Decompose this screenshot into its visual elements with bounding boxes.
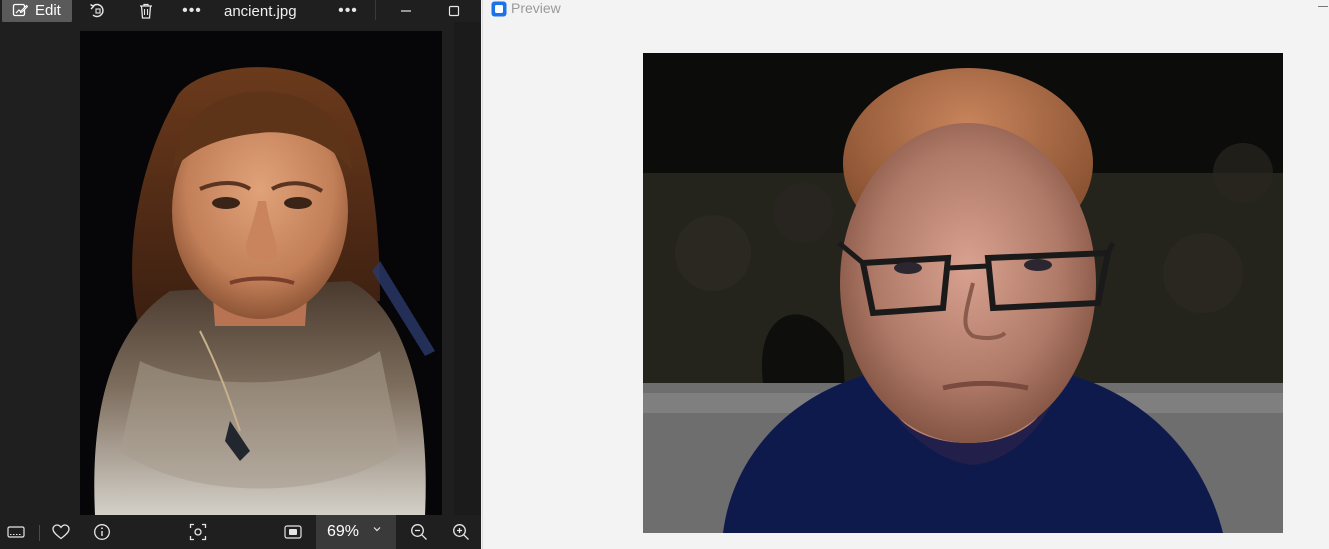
edit-button[interactable]: Edit [2,0,72,24]
zoom-in-button[interactable] [451,515,471,549]
maximize-button[interactable] [446,0,462,22]
heart-icon [52,524,70,540]
file-name: ancient.jpg [224,2,297,20]
preview-title: Preview [511,0,561,16]
zoom-out-button[interactable] [409,515,429,549]
edit-image-icon [12,3,28,17]
more-icon: ••• [182,2,202,19]
scan-icon [189,523,207,541]
trash-icon [140,3,152,19]
visual-search-button[interactable] [188,515,208,549]
favorite-button[interactable] [51,515,71,549]
viewer-bottom-bar: 69% [0,515,481,549]
zoom-value: 69% [327,523,360,540]
delete-button[interactable] [136,0,156,22]
zoom-level-dropdown[interactable]: 69% [316,515,396,549]
fit-to-window-button[interactable] [283,515,303,549]
photo-viewer-window: Edit ••• ancient.jpg ••• 69% [0,0,481,549]
filmstrip-button[interactable] [6,515,26,549]
minimize-icon [401,10,411,12]
rotate-button[interactable] [88,0,108,22]
toolbar-divider [375,0,376,20]
photo-canvas [0,22,481,515]
info-icon [94,524,110,540]
filmstrip-icon [7,526,25,538]
bottom-bar-divider [39,525,40,541]
photo-illustration [80,31,442,515]
more-options-button[interactable]: ••• [181,0,203,22]
see-more-button[interactable]: ••• [337,0,359,22]
scroll-area [454,22,481,515]
rotate-icon [90,3,104,18]
more-icon: ••• [338,2,358,19]
fit-window-icon [284,525,302,539]
chevron-down-icon [373,527,381,532]
viewer-toolbar: Edit ••• ancient.jpg ••• [0,0,481,24]
webcam-image [643,53,1283,533]
maximize-icon [448,5,460,17]
webcam-preview-frame [643,53,1283,533]
preview-window: Preview [482,0,1329,549]
zoom-in-icon [453,524,469,540]
edit-label: Edit [35,1,61,19]
file-info-button[interactable] [92,515,112,549]
preview-minimize-button[interactable] [1318,6,1328,7]
photo-image[interactable] [80,31,442,515]
preview-app-icon [491,1,507,17]
minimize-button[interactable] [398,0,414,22]
zoom-out-icon [411,524,427,540]
